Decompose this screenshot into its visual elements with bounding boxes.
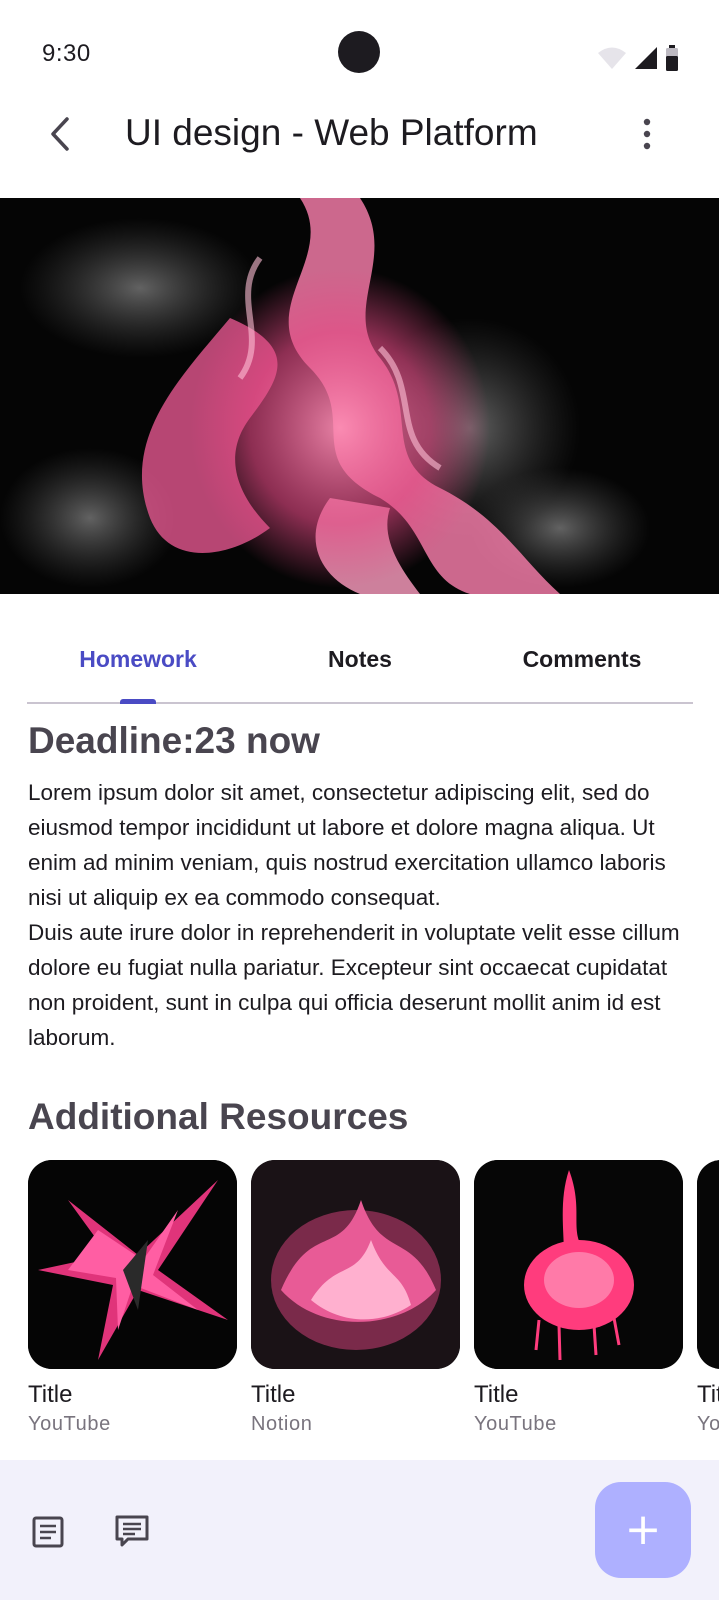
signal-icon xyxy=(635,47,657,69)
resource-thumbnail xyxy=(251,1160,460,1369)
pink-splash-image xyxy=(697,1160,719,1369)
tab-homework[interactable]: Homework xyxy=(27,630,249,704)
resource-title: Title xyxy=(251,1381,296,1408)
deadline-heading: Deadline:23 now xyxy=(28,720,320,761)
description-paragraph: Lorem ipsum dolor sit amet, consectetur … xyxy=(28,780,666,910)
resources-heading: Additional Resources xyxy=(28,1096,409,1137)
resource-title: Title xyxy=(28,1381,73,1408)
tab-bar: Homework Notes Comments xyxy=(27,630,693,704)
add-fab-button[interactable]: + xyxy=(595,1482,691,1578)
description-paragraph: Duis aute irure dolor in reprehenderit i… xyxy=(28,920,680,1050)
comment-icon xyxy=(115,1515,149,1547)
pink-splash-image xyxy=(251,1160,460,1369)
resource-thumbnail xyxy=(474,1160,683,1369)
resource-thumbnail xyxy=(28,1160,237,1369)
tab-comments[interactable]: Comments xyxy=(471,630,693,702)
bottom-app-bar: + xyxy=(0,1460,719,1600)
resource-card[interactable]: Title YouTube xyxy=(697,1160,719,1436)
resources-carousel[interactable]: Title YouTube Title Notion Title YouTube… xyxy=(28,1160,719,1460)
status-time: 9:30 xyxy=(42,40,91,67)
resource-source: YouTube xyxy=(474,1413,557,1435)
notes-button[interactable] xyxy=(24,1508,72,1556)
status-bar: 9:30 xyxy=(0,0,719,100)
resource-card[interactable]: Title YouTube xyxy=(28,1160,237,1436)
pink-smoke-illustration xyxy=(0,198,719,594)
resource-source: YouTube xyxy=(697,1413,719,1435)
resource-title: Title xyxy=(474,1381,519,1408)
battery-icon xyxy=(666,45,678,71)
resource-source: Notion xyxy=(251,1413,313,1435)
resource-source: YouTube xyxy=(28,1413,111,1435)
top-app-bar: UI design - Web Platform xyxy=(0,100,719,198)
resource-title: Title xyxy=(697,1381,719,1408)
camera-cutout xyxy=(338,31,380,73)
more-options-button[interactable] xyxy=(623,110,671,158)
arrow-back-icon xyxy=(51,117,69,151)
assignment-description: Lorem ipsum dolor sit amet, consectetur … xyxy=(28,775,698,1055)
more-vert-icon xyxy=(643,118,651,150)
add-icon: + xyxy=(624,1504,662,1555)
back-button[interactable] xyxy=(36,110,84,158)
hero-image xyxy=(0,198,719,594)
tab-notes[interactable]: Notes xyxy=(249,630,471,702)
status-icons xyxy=(597,44,679,72)
wifi-icon xyxy=(598,47,626,69)
resource-thumbnail xyxy=(697,1160,719,1369)
pink-splash-image xyxy=(474,1160,683,1369)
screen: 9:30 UI design - Web Platform Homework N… xyxy=(0,0,719,1600)
page-title: UI design - Web Platform xyxy=(125,112,538,153)
comments-button[interactable] xyxy=(108,1508,156,1556)
resource-card[interactable]: Title Notion xyxy=(251,1160,460,1436)
article-icon xyxy=(32,1516,64,1548)
pink-splash-image xyxy=(28,1160,237,1369)
resource-card[interactable]: Title YouTube xyxy=(474,1160,683,1436)
